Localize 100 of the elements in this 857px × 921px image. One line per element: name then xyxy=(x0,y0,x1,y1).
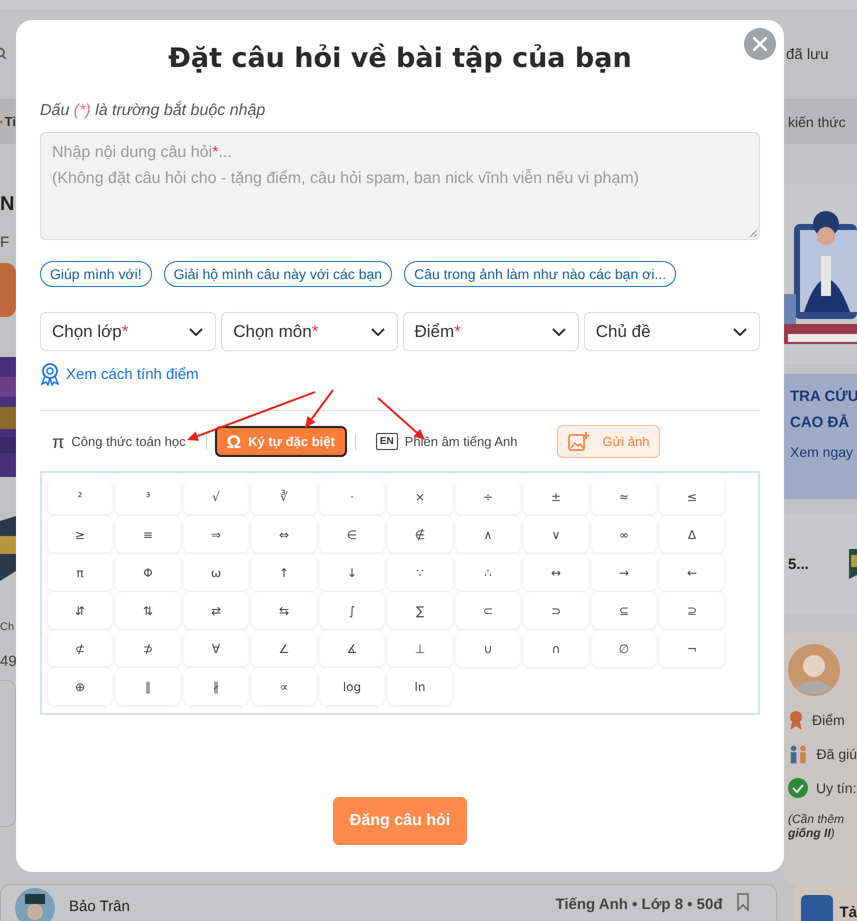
symbol-key[interactable]: ⊥ xyxy=(388,630,452,667)
symbol-key[interactable]: ∡ xyxy=(320,630,384,667)
section-label: Ch xyxy=(0,621,16,634)
suggestion-chip[interactable]: Giúp mình với! xyxy=(40,261,152,287)
question-field[interactable]: Nhập nội dung câu hỏi*... (Không đặt câu hỏi cho - tặng điểm, câu hỏi spam, ban nick vĩnh viễn nếu vi phạm) xyxy=(40,132,760,240)
dialog-title: Đặt câu hỏi về bài tập của bạn xyxy=(167,43,633,74)
symbol-key[interactable]: ∴ xyxy=(456,554,520,591)
symbol-key[interactable]: ≥ xyxy=(48,516,112,553)
symbol-key[interactable]: ÷ xyxy=(456,478,520,515)
close-icon xyxy=(753,37,767,51)
saved-link[interactable]: đã lưu xyxy=(786,46,829,63)
card-title: Tả xyxy=(839,904,857,921)
symbol-key[interactable]: ⇅ xyxy=(116,592,180,629)
symbol-key[interactable]: ⊃ xyxy=(524,592,588,629)
chevron-down-icon xyxy=(733,328,747,336)
symbol-key[interactable]: ∞ xyxy=(592,516,656,553)
symbol-key[interactable]: ⇆ xyxy=(252,592,316,629)
action-button[interactable] xyxy=(0,263,16,318)
symbol-key[interactable]: ³ xyxy=(116,478,180,515)
avatar-icon xyxy=(788,644,840,696)
dropdown[interactable]: Chọn môn* xyxy=(221,312,398,351)
symbol-key[interactable]: ln xyxy=(388,668,452,705)
pi-icon: π xyxy=(52,432,64,450)
close-button[interactable] xyxy=(744,28,776,60)
symbol-key[interactable]: π xyxy=(48,554,112,591)
author-name: Bảo Trân xyxy=(69,898,130,917)
symbol-key[interactable]: × xyxy=(388,478,452,515)
symbol-key[interactable]: ≡ xyxy=(116,516,180,553)
symbol-key[interactable]: ⇵ xyxy=(48,592,112,629)
image-add-icon xyxy=(568,432,590,452)
symbol-key[interactable]: ∫ xyxy=(320,592,384,629)
symbol-key[interactable]: ∥ xyxy=(116,668,180,705)
required-note: Dấu (*) là trường bắt buộc nhập xyxy=(40,102,266,120)
symbol-key[interactable]: log xyxy=(320,668,384,705)
note-text: (Cần thêm giống II) xyxy=(788,812,846,840)
symbol-key[interactable]: ∑ xyxy=(388,592,452,629)
dropdown[interactable]: Chọn lớp* xyxy=(40,312,216,351)
verified-icon xyxy=(788,778,808,798)
symbol-key[interactable]: ⊇ xyxy=(660,592,724,629)
side-card[interactable]: Tả xyxy=(793,884,857,921)
symbol-key[interactable]: ∪ xyxy=(456,630,520,667)
banner-title: CAO ĐẲ xyxy=(790,412,850,434)
search-icon[interactable] xyxy=(0,47,8,62)
ribbon-icon xyxy=(40,362,60,386)
stat-label: Điểm xyxy=(812,712,845,728)
symbol-key[interactable]: ∵ xyxy=(388,554,452,591)
symbol-key[interactable]: ∈ xyxy=(320,516,384,553)
resize-handle-icon[interactable] xyxy=(749,229,757,237)
banner-link[interactable]: Xem ngay xyxy=(790,444,857,460)
symbol-key[interactable]: ∩ xyxy=(524,630,588,667)
symbol-key[interactable]: ± xyxy=(524,478,588,515)
suggestion-chip[interactable]: Giải hộ mình câu này với các bạn xyxy=(164,261,392,287)
symbol-key[interactable]: ∨ xyxy=(524,516,588,553)
symbol-key[interactable]: ∧ xyxy=(456,516,520,553)
symbol-key[interactable]: ∉ xyxy=(388,516,452,553)
symbol-key[interactable]: ∦ xyxy=(184,668,248,705)
symbol-key[interactable]: ⇒ xyxy=(184,516,248,553)
symbol-key[interactable]: ∛ xyxy=(252,478,316,515)
symbol-key[interactable]: ⊕ xyxy=(48,668,112,705)
symbol-key[interactable]: ⊂ xyxy=(456,592,520,629)
score-help-link[interactable]: Xem cách tính điểm xyxy=(66,366,199,382)
en-icon: EN xyxy=(376,433,398,450)
symbol-key[interactable]: ² xyxy=(48,478,112,515)
symbol-key[interactable]: ∅ xyxy=(592,630,656,667)
omega-icon: Ω xyxy=(226,432,242,450)
symbol-key[interactable]: ↔ xyxy=(524,554,588,591)
symbol-key[interactable]: ⊅ xyxy=(116,630,180,667)
page-heading: N xyxy=(0,192,16,218)
dropdown[interactable]: Điểm* xyxy=(402,312,579,351)
stat-label: Đã giú xyxy=(816,746,857,762)
symbol-key[interactable]: → xyxy=(592,554,656,591)
symbol-key[interactable]: ≈ xyxy=(592,478,656,515)
symbol-key[interactable]: √ xyxy=(184,478,248,515)
symbol-key[interactable]: ∝ xyxy=(252,668,316,705)
symbol-key[interactable]: ← xyxy=(660,554,724,591)
symbol-key[interactable]: ↓ xyxy=(320,554,384,591)
symbol-key[interactable]: ω xyxy=(184,554,248,591)
suggestion-chip[interactable]: Câu trong ảnh làm như nào các bạn ơi... xyxy=(404,261,676,287)
symbol-key[interactable]: ∠ xyxy=(252,630,316,667)
symbol-key[interactable]: ⊆ xyxy=(592,592,656,629)
question-card[interactable]: Bảo Trân Tiếng Anh • Lớp 8 • 50đ xyxy=(0,884,778,921)
symbol-key[interactable]: ∀ xyxy=(184,630,248,667)
symbol-key[interactable]: ≤ xyxy=(660,478,724,515)
symbol-key[interactable]: ⇔ xyxy=(252,516,316,553)
count-text: 49 xyxy=(0,653,16,670)
subheading: F xyxy=(0,234,10,252)
chevron-down-icon xyxy=(189,328,204,336)
avatar-icon xyxy=(15,888,55,921)
symbol-key[interactable]: ¬ xyxy=(660,630,724,667)
tool-tab[interactable]: π Công thức toán học xyxy=(40,426,198,457)
symbol-key[interactable]: ↑ xyxy=(252,554,316,591)
symbol-key[interactable]: ⊄ xyxy=(48,630,112,667)
symbol-key[interactable]: ⇄ xyxy=(184,592,248,629)
dropdown[interactable]: Chủ đề xyxy=(584,312,760,351)
ribbon-icon xyxy=(788,710,804,730)
app-icon xyxy=(801,895,834,921)
symbol-key[interactable]: · xyxy=(320,478,384,515)
symbol-key[interactable]: Φ xyxy=(116,554,180,591)
symbol-key[interactable]: Δ xyxy=(660,516,724,553)
badge-icon xyxy=(849,549,857,580)
